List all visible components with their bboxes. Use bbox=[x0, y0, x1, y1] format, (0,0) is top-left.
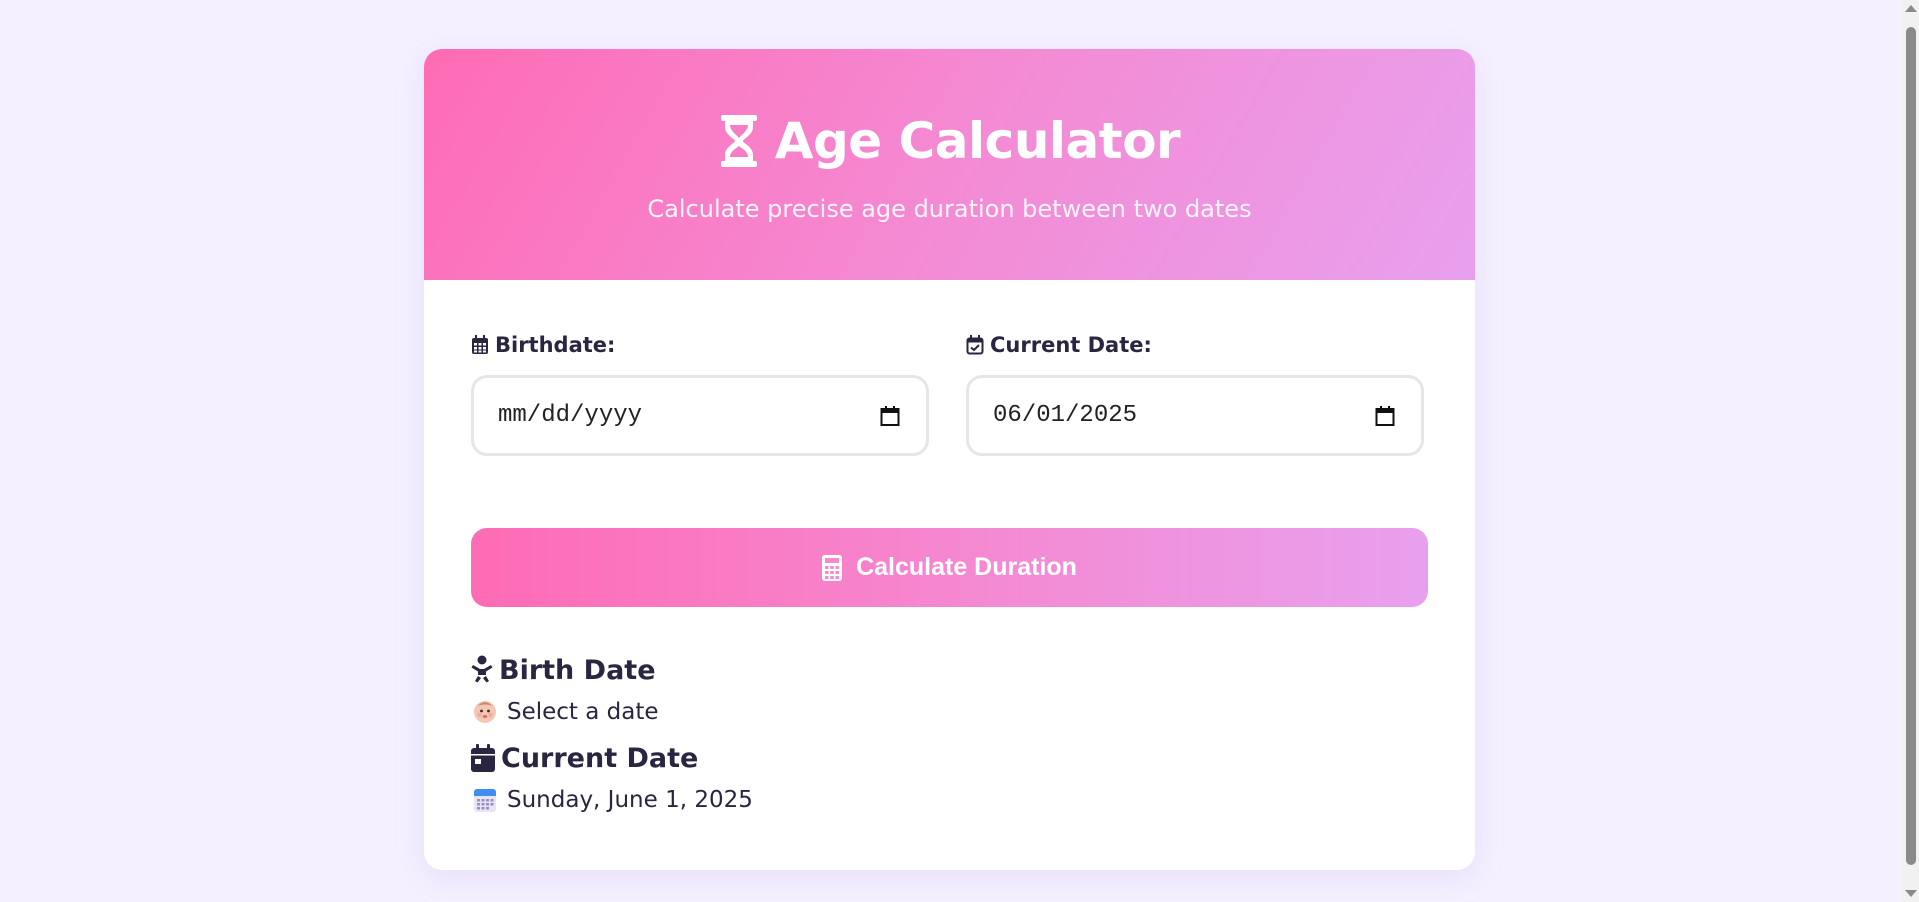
calendar-day-icon bbox=[471, 744, 495, 772]
calculator-icon bbox=[822, 554, 843, 581]
birthdate-label: Birthdate: bbox=[471, 332, 929, 358]
card-header: Age Calculator Calculate precise age dur… bbox=[424, 49, 1475, 280]
birthdate-field: Birthdate: mm/dd/yyyy bbox=[471, 332, 929, 456]
calculate-duration-label: Calculate Duration bbox=[856, 553, 1077, 581]
date-fields-row: Birthdate: mm/dd/yyyy Current Date: 06/0… bbox=[471, 332, 1428, 456]
current-date-input-value[interactable]: 06/01/2025 bbox=[993, 402, 1137, 429]
current-date-label: Current Date: bbox=[966, 332, 1424, 358]
current-date-heading-text: Current Date bbox=[501, 742, 699, 774]
age-calculator-card: Age Calculator Calculate precise age dur… bbox=[424, 49, 1475, 870]
hourglass-icon bbox=[719, 113, 759, 169]
calendar-picker-icon[interactable] bbox=[880, 405, 900, 427]
scroll-up-arrow[interactable] bbox=[1905, 5, 1917, 12]
results-section: Birth Date Select a date Current Date Su… bbox=[471, 652, 1428, 818]
calendar-picker-icon[interactable] bbox=[1375, 405, 1395, 427]
birth-date-heading-text: Birth Date bbox=[499, 654, 656, 686]
vertical-scrollbar[interactable] bbox=[1902, 0, 1919, 902]
birth-date-heading: Birth Date bbox=[471, 652, 1428, 688]
current-date-value-text: Sunday, June 1, 2025 bbox=[507, 787, 753, 813]
baby-icon bbox=[471, 655, 493, 685]
birth-date-value: Select a date bbox=[471, 694, 1428, 730]
calendar-check-icon bbox=[966, 335, 984, 355]
calculate-duration-button[interactable]: Calculate Duration bbox=[471, 528, 1428, 607]
current-date-value: Sunday, June 1, 2025 bbox=[471, 782, 1428, 818]
page-subtitle: Calculate precise age duration between t… bbox=[647, 195, 1252, 223]
current-date-input[interactable]: 06/01/2025 bbox=[966, 375, 1424, 456]
scroll-down-arrow[interactable] bbox=[1905, 890, 1917, 897]
date-form: Birthdate: mm/dd/yyyy Current Date: 06/0… bbox=[424, 332, 1475, 818]
title-row: Age Calculator bbox=[424, 109, 1475, 173]
current-date-heading: Current Date bbox=[471, 740, 1428, 776]
birthdate-label-text: Birthdate: bbox=[495, 333, 616, 357]
current-date-field: Current Date: 06/01/2025 bbox=[966, 332, 1424, 456]
baby-face-emoji bbox=[473, 699, 497, 725]
birth-date-value-text: Select a date bbox=[507, 699, 659, 725]
page-title: Age Calculator bbox=[774, 112, 1181, 170]
birthdate-input[interactable]: mm/dd/yyyy bbox=[471, 375, 929, 456]
calendar-emoji bbox=[473, 787, 497, 813]
birthdate-input-value[interactable]: mm/dd/yyyy bbox=[498, 402, 642, 429]
current-date-label-text: Current Date: bbox=[990, 333, 1152, 357]
calendar-grid-icon bbox=[471, 335, 489, 355]
scrollbar-thumb[interactable] bbox=[1906, 27, 1916, 865]
